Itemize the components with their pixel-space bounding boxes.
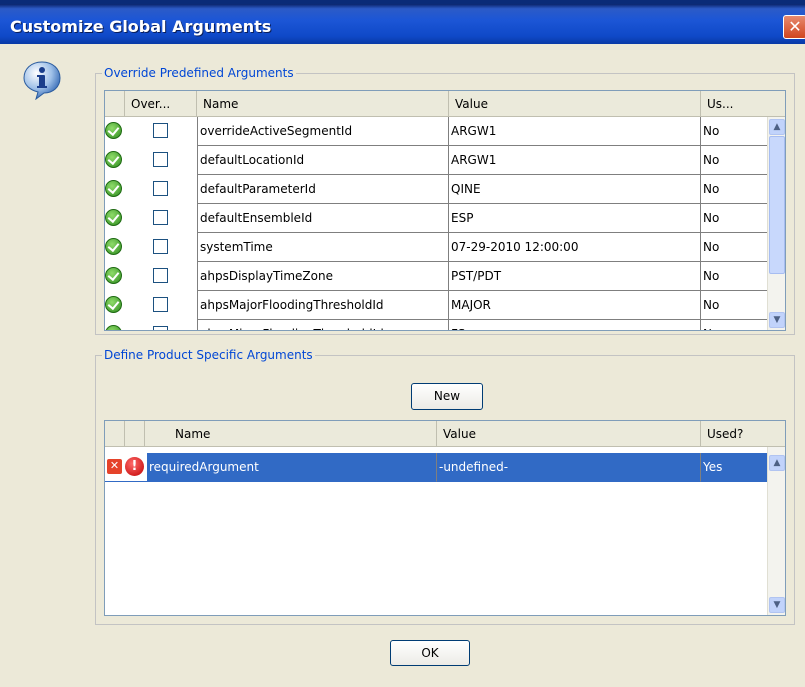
row-used: No — [701, 320, 769, 330]
row-used: No — [701, 233, 769, 262]
table-row[interactable]: defaultEnsembleId ESP No — [105, 204, 769, 233]
row-used: No — [701, 291, 769, 320]
check-status-icon — [105, 267, 122, 284]
row-name: defaultLocationId — [197, 146, 449, 175]
override-checkbox[interactable] — [153, 152, 168, 167]
row-used: No — [701, 204, 769, 233]
row-name: defaultEnsembleId — [197, 204, 449, 233]
override-checkbox[interactable] — [153, 268, 168, 283]
row-name: ahpsMajorFloodingThresholdId — [197, 291, 449, 320]
error-cell: ✕ ! — [105, 453, 147, 482]
table-row[interactable]: ahpsDisplayTimeZone PST/PDT No — [105, 262, 769, 291]
header-corner — [767, 421, 785, 447]
error-icon: ! — [125, 457, 144, 476]
row-used: No — [701, 262, 769, 291]
override-arguments-table[interactable]: Over... Name Value Us... overrideActiveS… — [104, 90, 786, 331]
column-header-used[interactable]: Us... — [701, 91, 769, 117]
table-row[interactable]: overrideActiveSegmentId ARGW1 No — [105, 117, 769, 146]
scroll-up-button[interactable]: ▲ — [769, 119, 785, 135]
row-used: No — [701, 175, 769, 204]
row-value[interactable]: -undefined- — [437, 453, 701, 482]
row-name: ahpsMinorFloodingThresholdId — [197, 320, 449, 330]
check-status-icon — [105, 180, 122, 197]
product-arguments-table[interactable]: Name Value Used? ✕ ! requiredArgument -u… — [104, 420, 786, 616]
scroll-thumb[interactable] — [769, 136, 785, 274]
info-icon — [23, 61, 61, 100]
row-value[interactable]: 07-29-2010 12:00:00 — [449, 233, 701, 262]
product-table-scrollbar[interactable]: ▲ ▼ — [767, 447, 785, 615]
override-checkbox[interactable] — [153, 239, 168, 254]
column-header-value[interactable]: Value — [437, 421, 701, 447]
scroll-up-button[interactable]: ▲ — [769, 455, 785, 471]
row-value[interactable]: ARGW1 — [449, 146, 701, 175]
row-value[interactable]: PST/PDT — [449, 262, 701, 291]
row-name: ahpsDisplayTimeZone — [197, 262, 449, 291]
row-value[interactable]: MAJOR — [449, 291, 701, 320]
table-row-selected[interactable]: ✕ ! requiredArgument -undefined- Yes — [105, 453, 769, 482]
window-title: Customize Global Arguments — [10, 17, 272, 36]
override-checkbox[interactable] — [153, 297, 168, 312]
override-checkbox[interactable] — [153, 326, 168, 330]
check-status-icon — [105, 122, 122, 139]
check-status-icon — [105, 209, 122, 226]
error-column-header[interactable] — [125, 421, 145, 447]
scroll-down-button[interactable]: ▼ — [769, 597, 785, 613]
table-header: Over... Name Value Us... — [105, 91, 767, 117]
row-value[interactable]: FS — [449, 320, 701, 330]
override-table-scrollbar[interactable]: ▲ ▼ — [767, 117, 785, 330]
check-status-icon — [105, 296, 122, 313]
row-name[interactable]: requiredArgument — [147, 453, 437, 482]
check-status-icon — [105, 238, 122, 255]
column-header-name[interactable]: Name — [145, 421, 437, 447]
override-checkbox[interactable] — [153, 181, 168, 196]
table-row[interactable]: ahpsMajorFloodingThresholdId MAJOR No — [105, 291, 769, 320]
header-corner — [767, 91, 785, 117]
table-row[interactable]: systemTime 07-29-2010 12:00:00 No — [105, 233, 769, 262]
product-group-legend: Define Product Specific Arguments — [104, 348, 313, 362]
column-header-name[interactable]: Name — [197, 91, 449, 117]
row-used: Yes — [701, 453, 769, 482]
column-header-value[interactable]: Value — [449, 91, 701, 117]
new-button[interactable]: New — [411, 383, 483, 410]
row-value[interactable]: ARGW1 — [449, 117, 701, 146]
table-row[interactable]: defaultParameterId QINE No — [105, 175, 769, 204]
override-checkbox[interactable] — [153, 210, 168, 225]
check-status-icon — [105, 325, 122, 330]
column-header-override[interactable]: Over... — [125, 91, 197, 117]
scroll-down-button[interactable]: ▼ — [769, 312, 785, 328]
table-row[interactable]: defaultLocationId ARGW1 No — [105, 146, 769, 175]
close-button[interactable]: ✕ — [783, 15, 805, 39]
check-status-icon — [105, 151, 122, 168]
row-used: No — [701, 117, 769, 146]
override-group-legend: Override Predefined Arguments — [104, 66, 294, 80]
row-name: systemTime — [197, 233, 449, 262]
row-name: overrideActiveSegmentId — [197, 117, 449, 146]
column-header-used[interactable]: Used? — [701, 421, 769, 447]
status-column-header[interactable] — [105, 91, 125, 117]
table-header: Name Value Used? — [105, 421, 767, 447]
table-row[interactable]: ahpsMinorFloodingThresholdId FS No — [105, 320, 769, 330]
row-value[interactable]: QINE — [449, 175, 701, 204]
row-value[interactable]: ESP — [449, 204, 701, 233]
row-used: No — [701, 146, 769, 175]
override-checkbox[interactable] — [153, 123, 168, 138]
status-column-header[interactable] — [105, 421, 125, 447]
ok-button[interactable]: OK — [390, 640, 470, 666]
remove-icon[interactable]: ✕ — [107, 459, 122, 474]
title-bar[interactable]: Customize Global Arguments ✕ — [0, 0, 805, 44]
row-name: defaultParameterId — [197, 175, 449, 204]
